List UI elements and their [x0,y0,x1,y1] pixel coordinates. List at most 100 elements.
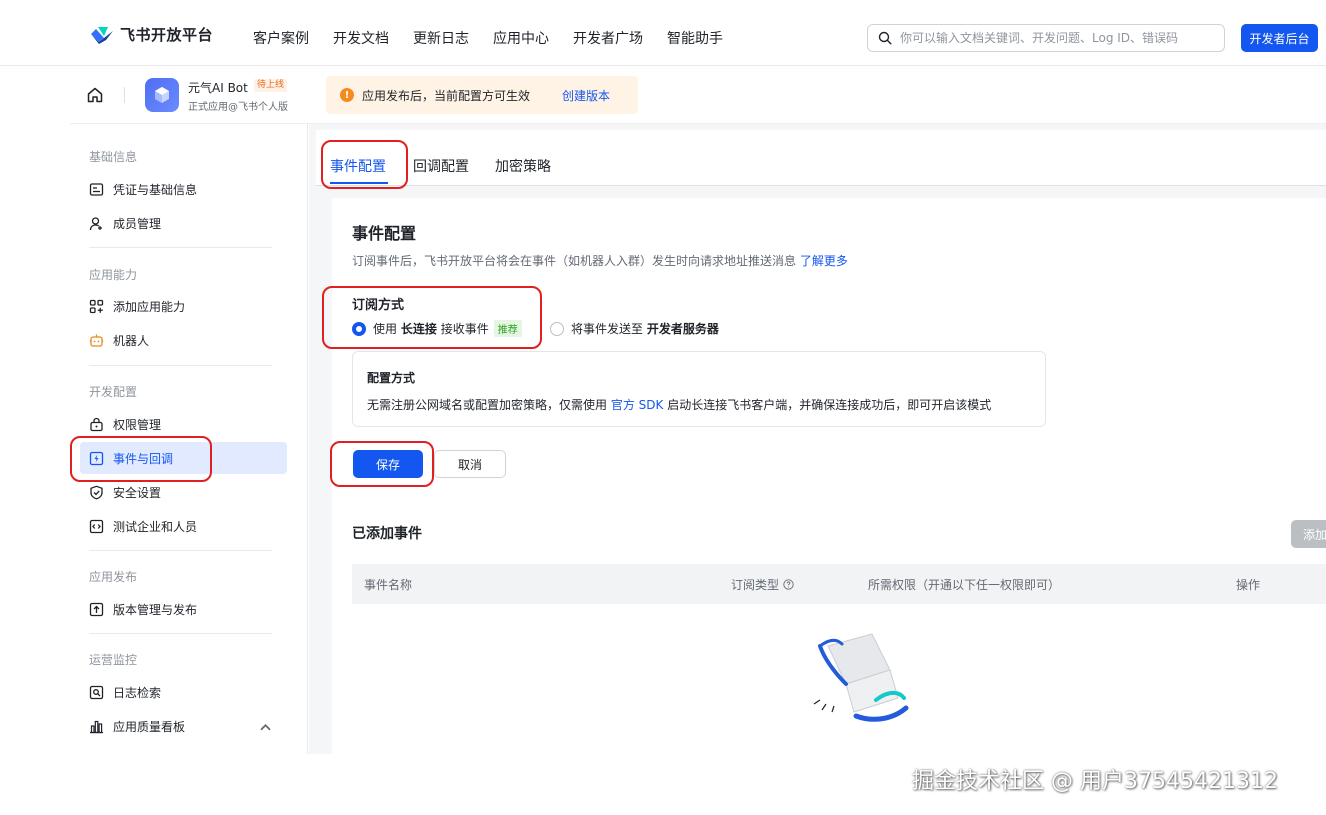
nav-link-changelog[interactable]: 更新日志 [413,28,469,48]
sidebar-item-test-tenants[interactable]: 测试企业和人员 [80,510,287,542]
sidebar-item-label: 安全设置 [113,485,162,500]
option-text: 使用 [373,322,398,336]
sidebar-item-version-release[interactable]: 版本管理与发布 [80,593,287,625]
option-emphasis: 开发者服务器 [646,322,719,336]
sidebar-item-label: 版本管理与发布 [113,602,198,617]
column-label: 事件名称 [364,578,413,592]
sidebar-item-members[interactable]: 成员管理 [80,207,287,239]
member-icon [89,216,102,230]
app-header: 元气AI Bot 待上线 正式应用@飞书个人版 ! 应用发布后，当前配置方可生效… [70,66,1326,124]
permission-icon [90,417,103,431]
sidebar-item-label: 添加应用能力 [113,299,186,314]
config-method-text: 无需注册公网域名或配置加密策略，仅需使用 官方 SDK 启动长连接飞书客户端，并… [367,396,991,413]
cancel-button[interactable]: 取消 [434,450,506,478]
app-avatar [145,78,179,112]
robot-icon [89,334,104,347]
sidebar-group-capabilities: 应用能力 [89,268,138,282]
sidebar-group-monitoring: 运营监控 [89,653,138,667]
save-button[interactable]: 保存 [353,450,423,478]
sidebar-item-security[interactable]: 安全设置 [80,476,287,508]
bar-chart-icon [90,720,103,733]
chevron-up-icon[interactable] [258,720,273,735]
feishu-logo-icon [91,26,113,44]
info-text-part: 无需注册公网域名或配置加密策略，仅需使用 [367,398,608,412]
nav-link-app-center[interactable]: 应用中心 [493,28,549,48]
app-name: 元气AI Bot [188,81,248,95]
home-icon[interactable] [86,86,104,104]
app-status-badge: 待上线 [254,79,288,92]
nav-link-assistant[interactable]: 智能助手 [667,28,723,48]
events-table-header: 事件名称 订阅类型 所需权限（开通以下任一权限即可） 操作 [352,564,1326,604]
cube-icon [155,87,169,103]
app-subtitle: 正式应用@飞书个人版 [188,102,288,113]
warning-icon: ! [340,88,354,102]
empty-state-illustration [813,633,909,722]
option-text: 将事件发送至 [571,322,644,336]
developer-console-button[interactable]: 开发者后台 [1241,24,1318,52]
sidebar: 基础信息 凭证与基础信息 成员管理 应用能力 添加应用能力 机器人 开发配置 权… [70,124,308,754]
learn-more-link[interactable]: 了解更多 [800,254,848,268]
column-event-name: 事件名称 [364,576,412,593]
add-event-button[interactable]: 添加 [1291,520,1326,548]
sidebar-divider [89,633,272,634]
sidebar-item-quality-dashboard[interactable]: 应用质量看板 [80,710,287,742]
option-emphasis: 长连接 [400,322,437,336]
sidebar-item-log-search[interactable]: 日志检索 [80,676,287,708]
sidebar-item-label: 权限管理 [113,417,162,432]
info-text-part: 启动长连接飞书客户端，并确保连接成功后，即可开启该模式 [667,398,992,412]
radio-developer-server[interactable]: 将事件发送至 开发者服务器 [550,320,719,337]
radio-checked[interactable] [352,321,366,336]
official-sdk-link[interactable]: 官方 SDK [611,398,664,412]
tab-callback-config[interactable]: 回调配置 [413,156,469,176]
radio-long-connection[interactable]: 使用 长连接 接收事件 推荐 [352,320,522,337]
watermark: 掘金技术社区 @ 用户37545421312 [912,769,1278,794]
sidebar-item-events-callbacks[interactable]: 事件与回调 [80,442,287,474]
sidebar-item-credentials[interactable]: 凭证与基础信息 [80,173,287,205]
nav-link-cases[interactable]: 客户案例 [253,28,309,48]
nav-link-dev-square[interactable]: 开发者广场 [573,28,643,48]
added-events-title: 已添加事件 [352,526,422,542]
sidebar-item-robot[interactable]: 机器人 [80,324,287,356]
sidebar-item-label: 测试企业和人员 [113,519,198,534]
radio-unchecked[interactable] [550,321,564,336]
header-divider [124,87,125,103]
search-box[interactable] [867,24,1225,52]
sidebar-divider [89,365,272,366]
search-icon [878,31,892,45]
sidebar-item-label: 机器人 [113,333,150,348]
tab-encryption-policy[interactable]: 加密策略 [495,156,551,176]
column-label: 订阅类型 [731,578,780,592]
nav-links: 客户案例 开发文档 更新日志 应用中心 开发者广场 智能助手 [253,28,747,48]
search-input[interactable] [900,31,1220,45]
description-text: 订阅事件后，飞书开放平台将会在事件（如机器人入群）发生时向请求地址推送消息 [352,254,797,268]
notice-text: 应用发布后，当前配置方可生效 [362,88,531,103]
sidebar-item-label: 凭证与基础信息 [113,182,198,197]
event-config-card: 事件配置 订阅事件后，飞书开放平台将会在事件（如机器人入群）发生时向请求地址推送… [332,198,1326,754]
option-text: 接收事件 [440,322,489,336]
active-tab-indicator [330,182,388,184]
column-required-permissions: 所需权限（开通以下任一权限即可） [868,576,1060,593]
help-icon[interactable] [783,579,794,590]
sidebar-group-dev-config: 开发配置 [89,385,138,399]
create-version-link[interactable]: 创建版本 [562,87,610,104]
column-label: 操作 [1236,578,1261,592]
config-method-box: 配置方式 无需注册公网域名或配置加密策略，仅需使用 官方 SDK 启动长连接飞书… [352,351,1046,427]
sidebar-item-permissions[interactable]: 权限管理 [80,408,287,440]
column-actions: 操作 [1236,576,1260,593]
shield-icon [90,485,103,499]
section-description: 订阅事件后，飞书开放平台将会在事件（如机器人入群）发生时向请求地址推送消息 了解… [352,252,848,269]
sidebar-item-add-capability[interactable]: 添加应用能力 [80,290,287,322]
radio-long-connection-label: 使用 长连接 接收事件 [373,320,489,337]
upload-icon [89,602,104,616]
recommended-tag: 推荐 [493,320,522,337]
config-tabs: 事件配置 回调配置 加密策略 [316,130,1326,186]
tab-event-config[interactable]: 事件配置 [330,156,386,176]
brand[interactable]: 飞书开放平台 [90,24,213,45]
sidebar-divider [89,247,272,248]
subscribe-method-label: 订阅方式 [352,298,405,313]
section-title: 事件配置 [352,224,417,243]
nav-link-docs[interactable]: 开发文档 [333,28,389,48]
radio-developer-server-label: 将事件发送至 开发者服务器 [571,320,719,337]
sidebar-group-release: 应用发布 [89,570,138,584]
top-navigation: 飞书开放平台 客户案例 开发文档 更新日志 应用中心 开发者广场 智能助手 开发… [0,0,1326,66]
